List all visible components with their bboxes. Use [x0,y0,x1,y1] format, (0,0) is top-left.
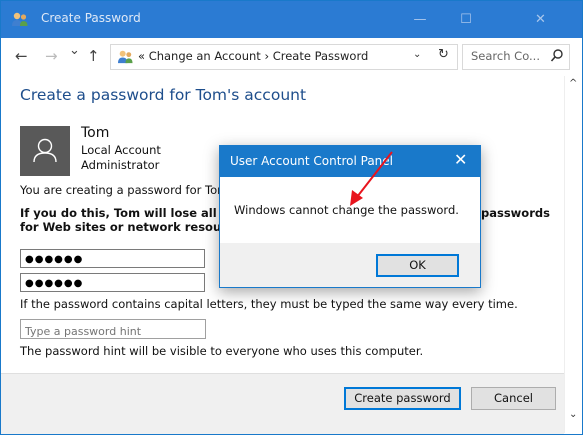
dialog-message: Windows cannot change the password. [234,203,459,217]
cancel-button[interactable]: Cancel [471,387,556,410]
search-box[interactable]: Search Co... [462,44,570,70]
create-password-window: Create Password — ☐ ✕ ← → ⌄ ↑ « Change a… [0,0,583,435]
user-silhouette-icon [33,138,57,163]
vertical-scrollbar[interactable]: ^ ⌄ [564,76,582,433]
dialog-close-button[interactable]: ✕ [454,150,467,169]
confirm-password-field[interactable]: ●●●●●● [20,273,205,292]
user-accounts-icon [12,12,28,26]
account-type: Local Account [81,143,161,157]
forward-arrow-icon[interactable]: → [45,47,58,65]
close-window-button[interactable]: ✕ [489,1,582,38]
hint-note: The password hint will be visible to eve… [20,344,424,358]
title-bar: Create Password — ☐ ✕ [1,1,582,38]
button-bar: Create password Cancel [1,373,564,434]
dialog-title: User Account Control Panel [230,154,393,168]
new-password-field[interactable]: ●●●●●● [20,249,205,268]
recent-locations-chevron-icon[interactable]: ⌄ [69,43,80,58]
dialog-button-bar: OK [220,243,480,287]
navigation-bar: ← → ⌄ ↑ « Change an Account › Create Pas… [1,38,582,76]
scroll-up-icon[interactable]: ^ [569,78,577,89]
warning-text-right: passwords [481,206,550,220]
breadcrumb[interactable]: « Change an Account › Create Password [138,49,368,63]
up-arrow-icon[interactable]: ↑ [87,47,100,65]
intro-text: You are creating a password for Tom. [20,183,232,197]
window-title: Create Password [41,11,141,25]
back-arrow-icon[interactable]: ← [15,47,28,65]
avatar [20,126,70,176]
address-dropdown-chevron-icon[interactable]: ⌄ [413,49,421,60]
refresh-icon[interactable]: ↻ [438,47,449,62]
error-dialog: User Account Control Panel ✕ Windows can… [219,145,481,288]
account-role: Administrator [81,158,160,172]
password-hint-field[interactable] [20,319,206,340]
warning-text-line2: for Web sites or network resources. [20,220,253,234]
dialog-title-bar: User Account Control Panel ✕ [220,146,480,177]
address-bar[interactable]: « Change an Account › Create Password ⌄ … [110,44,458,70]
maximize-button[interactable]: ☐ [443,1,489,38]
user-accounts-icon [118,50,133,64]
page-title: Create a password for Tom's account [20,86,307,104]
minimize-button[interactable]: — [397,1,443,38]
search-placeholder: Search Co... [471,49,540,63]
search-icon [550,49,563,62]
user-name: Tom [81,125,110,141]
ok-button[interactable]: OK [376,254,459,277]
password-hint-input[interactable] [25,323,203,340]
create-password-button[interactable]: Create password [344,387,461,410]
scroll-down-icon[interactable]: ⌄ [569,409,577,420]
caps-note: If the password contains capital letters… [20,297,518,311]
